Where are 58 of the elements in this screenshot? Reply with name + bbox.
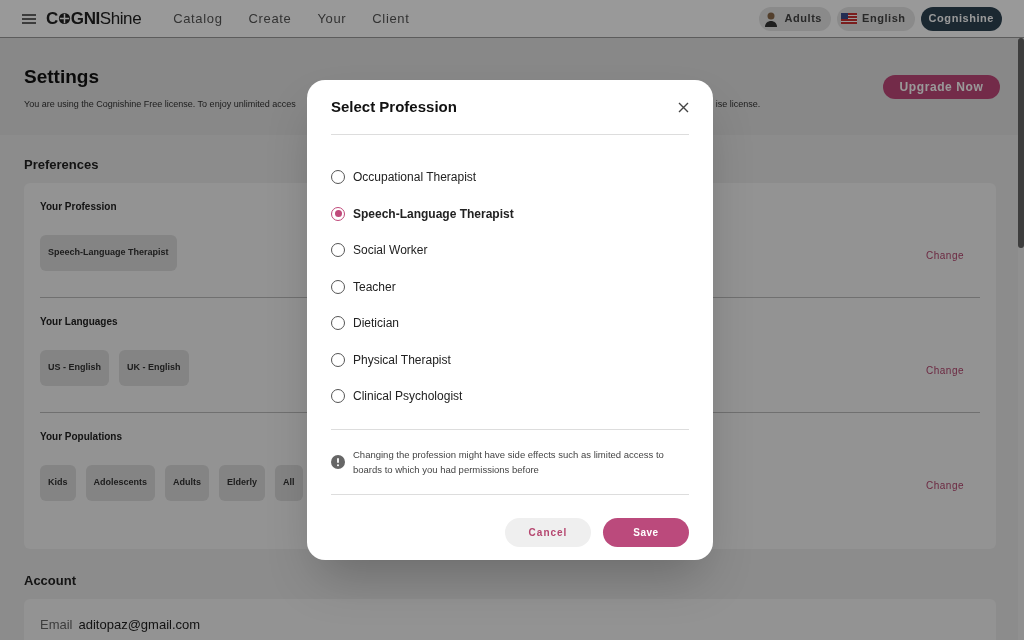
logo-text: Shine — [99, 7, 142, 30]
scrollbar-thumb[interactable] — [1018, 38, 1024, 248]
warning-icon — [331, 454, 345, 469]
preference-label: Your Languages — [40, 316, 118, 328]
nav-link[interactable]: Client — [372, 8, 410, 29]
population-chip[interactable]: Adults — [758, 6, 832, 31]
dialog-title: Select Profession — [331, 96, 457, 117]
close-icon[interactable] — [678, 101, 689, 113]
profession-option[interactable]: Clinical Psychologist — [331, 378, 689, 415]
person-icon — [762, 10, 779, 27]
upgrade-button[interactable]: Upgrade Now — [883, 75, 1000, 99]
option-label: Clinical Psychologist — [353, 388, 463, 406]
profession-option[interactable]: Speech-Language Therapist — [331, 195, 689, 232]
profession-option[interactable]: Teacher — [331, 268, 689, 305]
change-link[interactable]: Change — [925, 247, 964, 263]
menu-icon[interactable] — [22, 13, 36, 24]
account-button[interactable]: Cognishine — [920, 6, 1002, 31]
preference-chip: Kids — [40, 465, 76, 501]
preference-label: Your Profession — [40, 201, 117, 213]
option-label: Teacher — [353, 278, 396, 296]
option-label: Social Worker — [353, 242, 428, 260]
license-text: ise license. — [715, 97, 761, 111]
logo-icon — [57, 12, 71, 25]
cancel-button[interactable]: Cancel — [505, 517, 591, 547]
option-label: Occupational Therapist — [353, 169, 477, 187]
preference-chip: UK - English — [119, 350, 189, 386]
warning-text: Changing the profession might have side effects such as limited access to boards to which you had permissions before — [353, 447, 665, 477]
preference-chip: Elderly — [219, 465, 266, 501]
option-label: Speech-Language Therapist — [353, 205, 514, 223]
nav-link[interactable]: Create — [248, 8, 292, 29]
nav-link[interactable]: Catalog — [173, 8, 223, 29]
email-value: aditopaz@gmail.com — [78, 617, 201, 634]
profession-option[interactable]: Physical Therapist — [331, 341, 689, 378]
preference-label: Your Populations — [40, 431, 123, 443]
profession-option[interactable]: Dietician — [331, 305, 689, 342]
email-label: Email — [40, 617, 73, 634]
option-label: Physical Therapist — [353, 351, 451, 369]
logo-text: C — [46, 7, 58, 30]
preference-chip: Adolescents — [85, 465, 156, 501]
scrollbar[interactable] — [1018, 38, 1024, 640]
license-text: You are using the Cognishine Free license. To enjoy unlimited acces — [24, 97, 296, 111]
preference-chip: Speech-Language Therapist — [40, 235, 177, 271]
preference-chip: Adults — [165, 465, 210, 501]
profession-option[interactable]: Occupational Therapist — [331, 159, 689, 196]
profession-option[interactable]: Social Worker — [331, 232, 689, 269]
change-link[interactable]: Change — [925, 362, 964, 378]
option-label: Dietician — [353, 315, 400, 333]
flag-icon — [841, 13, 858, 24]
section-title: Preferences — [24, 157, 99, 173]
preference-chip: US - English — [40, 350, 109, 386]
page-title: Settings — [24, 65, 100, 89]
save-button[interactable]: Save — [603, 517, 689, 547]
language-chip[interactable]: English — [837, 6, 915, 31]
change-link[interactable]: Change — [925, 477, 964, 493]
section-title: Account — [24, 573, 76, 589]
preference-chip: All — [275, 465, 303, 501]
logo-text: GNI — [70, 7, 100, 30]
nav-link[interactable]: Your — [317, 8, 347, 29]
